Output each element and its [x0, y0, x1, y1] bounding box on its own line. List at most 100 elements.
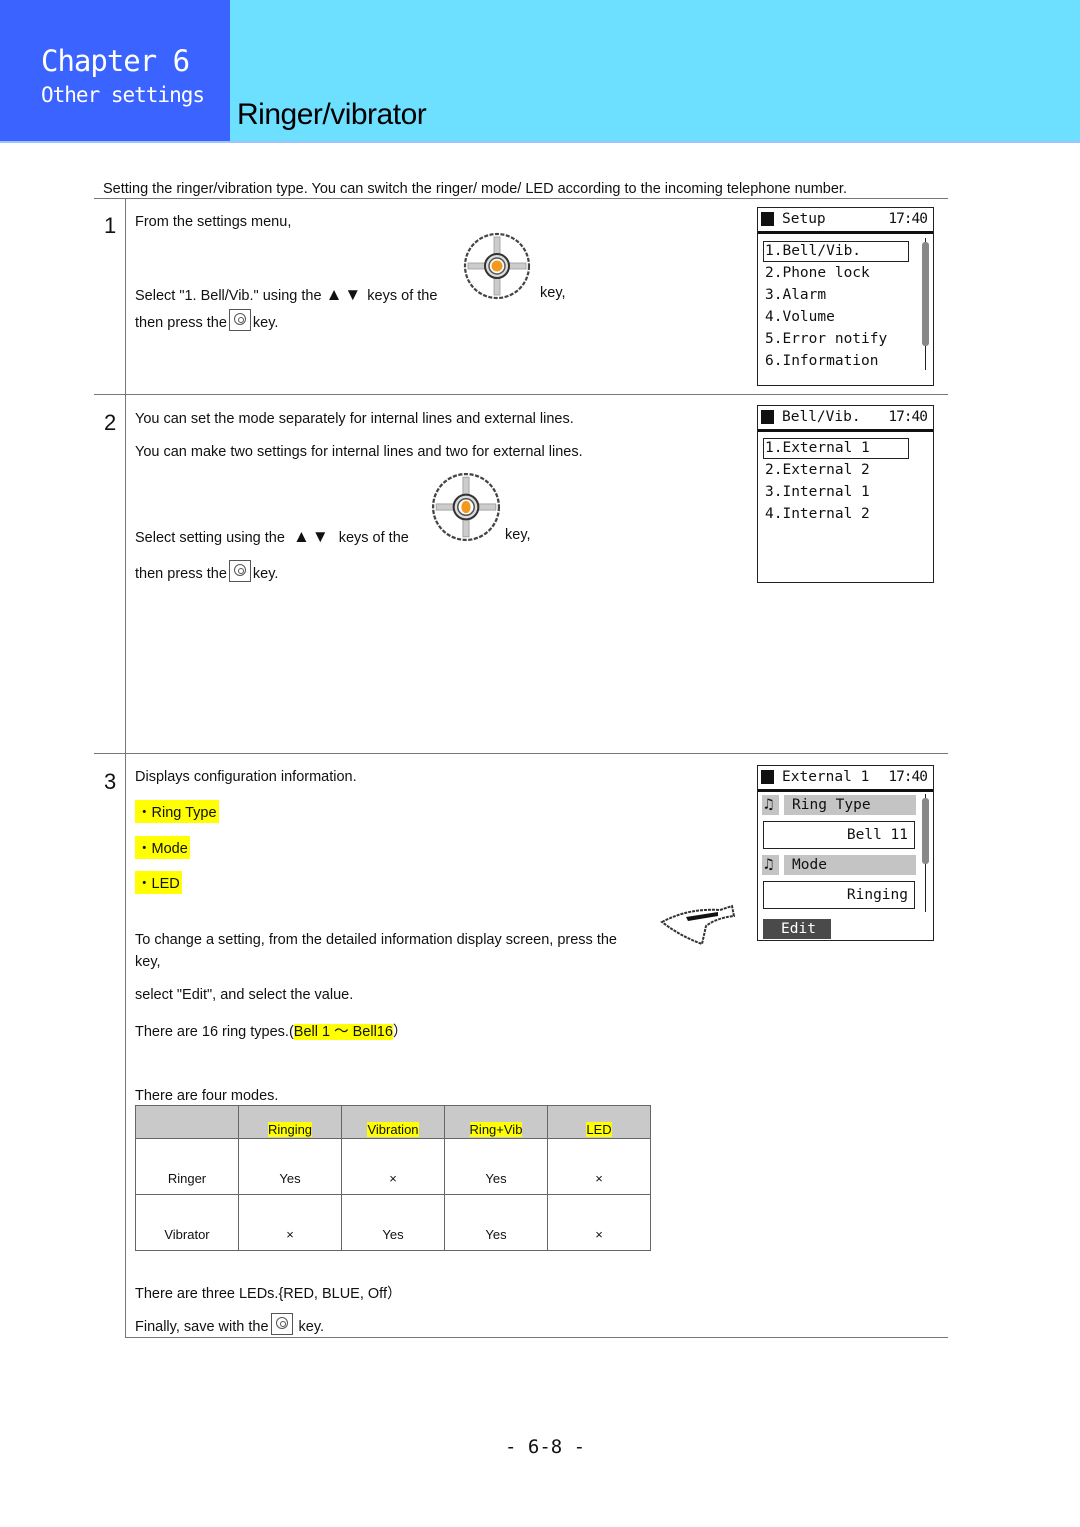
step-column-divider [125, 198, 126, 1338]
divider-top [94, 198, 948, 199]
step-text-part: key. [252, 566, 279, 582]
step-text-part: Select setting using the [135, 530, 285, 546]
table-header-cell: Ringing [238, 1105, 342, 1139]
step-text: Finally, save with the key. [135, 1313, 324, 1335]
step-text-part: keys of the [367, 288, 438, 304]
step-text: then press the key. [135, 309, 278, 331]
step-text-part: There are 16 ring types.( [135, 1024, 294, 1040]
step-text-part: key. [252, 315, 279, 331]
screen-title-bar: Setup 17:40 [758, 208, 933, 234]
step-text: To change a setting, from the detailed i… [135, 932, 617, 948]
intro-text: Setting the ringer/vibration type. You c… [103, 181, 847, 197]
field-label-mode: Mode [792, 857, 827, 873]
step-text: There are four modes. [135, 1088, 279, 1104]
table-header-cell: LED [547, 1105, 651, 1139]
step-text: There are three LEDs.{RED, BLUE, Off） [135, 1286, 402, 1302]
menu-item[interactable]: 3.Internal 1 [765, 484, 870, 500]
divider-step-3 [94, 753, 948, 754]
step-text: then press the key. [135, 560, 278, 582]
bullet-mode: ・Mode [135, 836, 190, 859]
field-label-ring-type: Ring Type [792, 797, 871, 813]
table-header-cell: Ring+Vib [444, 1105, 548, 1139]
screen-title: Setup [782, 211, 826, 227]
table-header-cell [135, 1105, 239, 1139]
menu-item[interactable]: 1.External 1 [765, 440, 870, 456]
step-number: 3 [104, 769, 117, 794]
screen-bell-vib-menu: Bell/Vib. 17:40 1.External 1 2.External … [757, 405, 934, 583]
signal-block-icon [761, 212, 774, 226]
menu-item[interactable]: 2.External 2 [765, 462, 870, 478]
step-text: You can make two settings for internal l… [135, 444, 583, 460]
table-header-cell: Vibration [341, 1105, 445, 1139]
edit-softkey-button[interactable]: Edit [763, 919, 831, 939]
table-row: Ringer Yes × Yes × [135, 1138, 651, 1195]
music-note-icon: ♫ [764, 795, 774, 813]
step-text: Select "1. Bell/Vib." using the ▲▼ keys … [135, 285, 437, 305]
table-cell: × [547, 1138, 651, 1195]
navigation-dpad-icon [431, 472, 501, 542]
screen-clock: 17:40 [888, 409, 928, 425]
header-label: Ringing [267, 1122, 313, 1137]
left-softkey-icon [660, 904, 736, 946]
step-text: There are 16 ring types.(Bell 1 ～ Bell16… [135, 1020, 407, 1041]
up-down-arrow-icon: ▲▼ [325, 285, 364, 304]
table-cell: Vibrator [135, 1194, 239, 1251]
divider-bottom [125, 1337, 948, 1338]
table-row: Vibrator × Yes Yes × [135, 1194, 651, 1251]
page-number: - 6-8 - [505, 1436, 586, 1458]
screen-title-bar: Bell/Vib. 17:40 [758, 406, 933, 432]
menu-item[interactable]: 5.Error notify [765, 331, 887, 347]
step-text-part: keys of the [338, 530, 409, 546]
scrollbar-thumb[interactable] [922, 798, 929, 864]
step-text: key, [540, 285, 566, 301]
scrollbar-thumb[interactable] [922, 242, 929, 346]
table-cell: Yes [341, 1194, 445, 1251]
menu-item[interactable]: 1.Bell/Vib. [765, 243, 861, 259]
table-cell: × [238, 1194, 342, 1251]
step-text: select "Edit", and select the value. [135, 987, 354, 1003]
screen-clock: 17:40 [888, 211, 928, 227]
step-text-part: then press the [135, 566, 227, 582]
signal-block-icon [761, 410, 774, 424]
divider-step-2 [94, 394, 948, 395]
header-divider [0, 141, 1080, 143]
menu-item[interactable]: 3.Alarm [765, 287, 826, 303]
step-text-part: then press the [135, 315, 227, 331]
screen-title: Bell/Vib. [782, 409, 861, 425]
navigation-dpad-icon [463, 232, 531, 300]
step-number: 1 [104, 213, 117, 238]
screen-title-bar: External 1 17:40 [758, 766, 933, 792]
step-text-part: Select "1. Bell/Vib." using the [135, 288, 322, 304]
ok-key-icon [228, 309, 251, 331]
screen-setup-menu: Setup 17:40 1.Bell/Vib. 2.Phone lock 3.A… [757, 207, 934, 386]
table-cell: × [341, 1138, 445, 1195]
table-cell: Ringer [135, 1138, 239, 1195]
menu-item[interactable]: 4.Internal 2 [765, 506, 870, 522]
header-label: LED [586, 1122, 612, 1137]
ok-key-icon [270, 1313, 293, 1335]
bullet-ring-type: ・Ring Type [135, 800, 219, 823]
table-cell: Yes [238, 1138, 342, 1195]
chapter-label: Chapter 6 [41, 44, 190, 78]
field-value-mode: Ringing [846, 887, 908, 903]
edit-softkey-label: Edit [781, 921, 816, 937]
step-text: Select setting using the ▲▼ keys of the [135, 527, 409, 547]
up-down-arrow-icon: ▲▼ [293, 527, 331, 546]
table-cell: Yes [444, 1138, 548, 1195]
ok-key-icon [228, 560, 251, 582]
field-value-box[interactable]: Bell 11 [763, 821, 915, 849]
field-value-box[interactable]: Ringing [763, 881, 915, 909]
page-title: Ringer/vibrator [237, 98, 427, 131]
menu-item[interactable]: 6.Information [765, 353, 879, 369]
step-text: You can set the mode separately for inte… [135, 411, 574, 427]
field-value-ring-type: Bell 11 [846, 827, 908, 843]
header-label: Vibration [367, 1122, 419, 1137]
step-text-part: ） [392, 1024, 408, 1040]
step-number: 2 [104, 410, 117, 435]
menu-item[interactable]: 4.Volume [765, 309, 835, 325]
bullet-led: ・LED [135, 871, 182, 894]
menu-item[interactable]: 2.Phone lock [765, 265, 870, 281]
table-cell: Yes [444, 1194, 548, 1251]
table-header-row: Ringing Vibration Ring+Vib LED [135, 1105, 651, 1139]
step-text: Displays configuration information. [135, 769, 357, 785]
